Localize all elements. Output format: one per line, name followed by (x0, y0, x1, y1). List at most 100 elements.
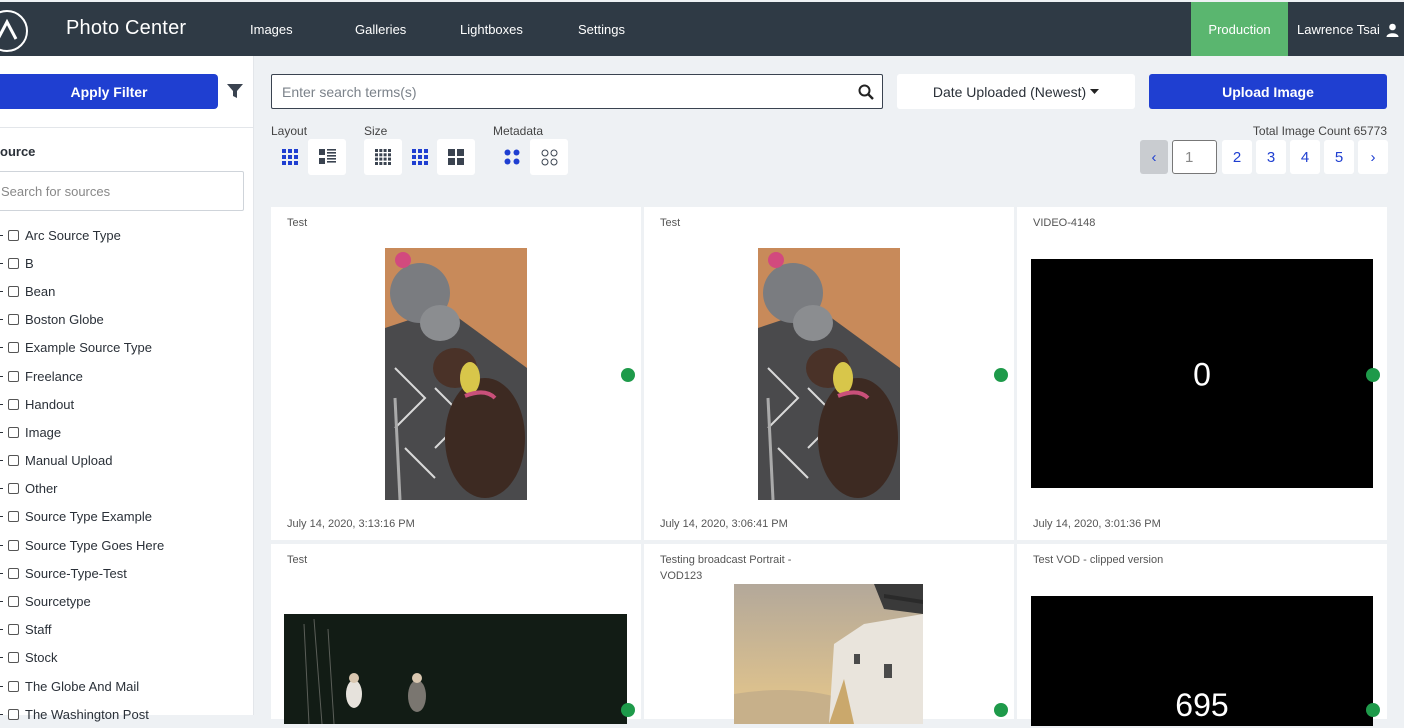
card-thumbnail[interactable] (284, 614, 627, 724)
source-label: Example Source Type (25, 340, 152, 356)
total-image-count: Total Image Count 65773 (1252, 124, 1387, 138)
source-item[interactable]: Bean (0, 277, 164, 305)
source-checkbox[interactable] (8, 229, 19, 241)
source-checkbox[interactable] (8, 426, 19, 438)
bullet (0, 488, 3, 490)
upload-image-button[interactable]: Upload Image (1149, 74, 1387, 109)
source-item[interactable]: Source Type Goes Here (0, 531, 164, 559)
source-search-placeholder: Search for sources (1, 183, 111, 199)
card-title: Testing broadcast Portrait - VOD123 (660, 554, 792, 582)
card-date: July 14, 2020, 3:01:36 PM (1033, 518, 1161, 530)
card-date: July 14, 2020, 3:06:41 PM (660, 518, 788, 530)
search-placeholder: Enter search terms(s) (282, 84, 417, 100)
prev-page-button[interactable]: ‹ (1140, 140, 1168, 174)
source-checkbox[interactable] (8, 539, 19, 551)
source-checkbox[interactable] (8, 652, 19, 664)
source-item[interactable]: Image (0, 418, 164, 446)
filter-icon[interactable] (226, 82, 244, 105)
large-size-icon[interactable] (437, 139, 475, 175)
source-checkbox[interactable] (8, 708, 19, 720)
source-checkbox[interactable] (8, 342, 19, 354)
medium-size-icon[interactable] (401, 139, 439, 175)
source-heading: ource (0, 144, 36, 159)
image-card[interactable]: Test VOD - clipped version 695 (1017, 544, 1387, 726)
source-checkbox[interactable] (8, 455, 19, 467)
size-label: Size (364, 124, 388, 138)
source-label: Arc Source Type (25, 227, 121, 243)
nav-images[interactable]: Images (250, 22, 293, 37)
sort-dropdown[interactable]: Date Uploaded (Newest) (897, 74, 1135, 109)
source-item[interactable]: Boston Globe (0, 306, 164, 334)
card-thumbnail[interactable] (758, 248, 900, 500)
source-item[interactable]: Source Type Example (0, 503, 164, 531)
page-5-button[interactable]: 5 (1324, 140, 1354, 174)
source-checkbox[interactable] (8, 567, 19, 579)
metadata-on-icon[interactable] (493, 139, 531, 175)
app-title[interactable]: Photo Center (66, 17, 186, 40)
source-item[interactable]: B (0, 249, 164, 277)
source-checkbox[interactable] (8, 285, 19, 297)
arc-logo-icon[interactable] (0, 10, 28, 52)
source-item[interactable]: Arc Source Type (0, 221, 164, 249)
source-checkbox[interactable] (8, 370, 19, 382)
search-icon[interactable] (858, 84, 874, 105)
source-item[interactable]: The Washington Post (0, 700, 164, 728)
card-thumbnail[interactable] (734, 584, 923, 724)
source-label: Stock (25, 650, 58, 666)
source-item[interactable]: Other (0, 475, 164, 503)
image-card[interactable]: VIDEO-4148 0 July 14, 2020, 3:01:36 PM (1017, 207, 1387, 540)
source-item[interactable]: Manual Upload (0, 447, 164, 475)
page-2-button[interactable]: 2 (1222, 140, 1252, 174)
card-thumbnail[interactable] (385, 248, 527, 500)
source-label: Freelance (25, 368, 83, 384)
source-item[interactable]: Sourcetype (0, 587, 164, 615)
page-4-button[interactable]: 4 (1290, 140, 1320, 174)
small-size-icon[interactable] (364, 139, 402, 175)
nav-settings[interactable]: Settings (578, 22, 625, 37)
image-card[interactable]: Test July 14, 2020, 3:13:16 PM (271, 207, 641, 540)
source-item[interactable]: Handout (0, 390, 164, 418)
image-card[interactable]: Testing broadcast Portrait - VOD123 (644, 544, 1014, 724)
apply-filter-button[interactable]: Apply Filter (0, 74, 218, 109)
source-item[interactable]: Source-Type-Test (0, 559, 164, 587)
metadata-label: Metadata (493, 124, 544, 138)
source-checkbox[interactable] (8, 624, 19, 636)
source-checkbox[interactable] (8, 314, 19, 326)
card-thumbnail[interactable]: 695 (1031, 596, 1373, 726)
page-3-button[interactable]: 3 (1256, 140, 1286, 174)
list-layout-icon[interactable] (308, 139, 346, 175)
bullet (0, 347, 3, 349)
bullet (0, 290, 3, 292)
nav-lightboxes[interactable]: Lightboxes (460, 22, 523, 37)
page-number-input[interactable]: 1 (1172, 140, 1217, 174)
card-thumbnail[interactable]: 0 (1031, 259, 1373, 488)
source-checkbox[interactable] (8, 680, 19, 692)
bullet (0, 601, 3, 603)
card-title: VIDEO-4148 (1033, 217, 1096, 229)
source-item[interactable]: Stock (0, 644, 164, 672)
environment-button[interactable]: Production (1191, 2, 1288, 56)
source-item[interactable]: Example Source Type (0, 334, 164, 362)
source-checkbox[interactable] (8, 398, 19, 410)
source-item[interactable]: Freelance (0, 362, 164, 390)
source-checkbox[interactable] (8, 257, 19, 269)
source-label: The Washington Post (25, 706, 149, 722)
user-menu[interactable]: Lawrence Tsai (1297, 22, 1399, 37)
source-checkbox[interactable] (8, 596, 19, 608)
source-item[interactable]: Staff (0, 616, 164, 644)
search-input[interactable]: Enter search terms(s) (271, 74, 883, 109)
bullet (0, 544, 3, 546)
grid-layout-icon[interactable] (271, 139, 309, 175)
image-card[interactable]: Test (271, 544, 641, 724)
next-page-button[interactable]: › (1358, 140, 1388, 174)
image-card[interactable]: Test July 14, 2020, 3:06:41 PM (644, 207, 1014, 540)
source-checkbox[interactable] (8, 483, 19, 495)
nav-galleries[interactable]: Galleries (355, 22, 406, 37)
source-search-input[interactable]: Search for sources (0, 171, 244, 211)
source-label: Source-Type-Test (25, 565, 127, 581)
source-checkbox[interactable] (8, 511, 19, 523)
published-status-dot (1366, 368, 1380, 382)
source-item[interactable]: The Globe And Mail (0, 672, 164, 700)
source-label: Boston Globe (25, 312, 104, 328)
metadata-off-icon[interactable] (530, 139, 568, 175)
